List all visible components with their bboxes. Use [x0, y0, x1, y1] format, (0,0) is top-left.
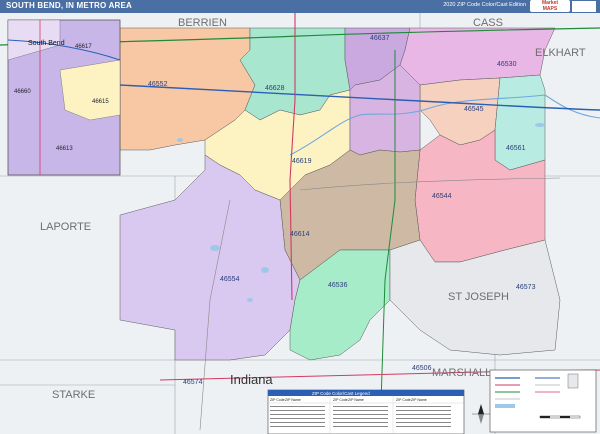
inset-map: South Bend 46617 46660 46615 46613 — [7, 19, 121, 176]
map-canvas: South Bend 46617 46660 46615 46613 BERRI… — [0, 13, 600, 434]
county-label-marshall: MARSHALL — [432, 367, 491, 379]
zip-areas — [119, 27, 561, 361]
legend-header-4: ZIP Name — [348, 398, 364, 402]
zip-label-46552: 46552 — [148, 81, 168, 88]
title-bar: SOUTH BEND, IN METRO AREA 2020 ZIP Code … — [0, 0, 600, 13]
county-label-st-joseph: ST JOSEPH — [448, 291, 509, 303]
brand-logo: Market MAPS — [530, 0, 570, 12]
scale-bar — [539, 415, 581, 419]
zip-label-46544: 46544 — [432, 193, 452, 200]
zip-label-46536: 46536 — [328, 282, 348, 289]
legend-header-6: ZIP Name — [411, 398, 427, 402]
legend-header-5: ZIP Code — [396, 398, 411, 402]
city-icon — [567, 373, 579, 389]
zip-label-46574: 46574 — [183, 379, 203, 386]
brand-text-2: MAPS — [542, 6, 558, 12]
legend-header-3: ZIP Code — [333, 398, 348, 402]
zip-label-46619: 46619 — [292, 158, 312, 165]
legend-table: ZIP Code Color/Cast Legend ZIP Code ZIP … — [267, 389, 465, 434]
inset-zip-2: 46660 — [14, 89, 31, 95]
edition-label: 2020 ZIP Code Color/Cast Edition — [443, 2, 526, 8]
county-label-laporte: LAPORTE — [40, 221, 91, 233]
inset-zip-4: 46613 — [56, 146, 73, 152]
county-label-cass: CASS — [473, 17, 503, 29]
zip-label-46506: 46506 — [412, 365, 432, 372]
zip-label-46530: 46530 — [497, 61, 517, 68]
map-key — [472, 369, 597, 433]
zip-label-46545: 46545 — [464, 106, 484, 113]
zip-label-46614: 46614 — [290, 231, 310, 238]
state-label: Indiana — [230, 372, 273, 387]
inset-zip-1: 46617 — [75, 44, 92, 50]
map-frame: SOUTH BEND, IN METRO AREA 2020 ZIP Code … — [0, 0, 600, 434]
zip-area-46561 — [494, 74, 546, 171]
legend-header-2: ZIP Name — [285, 398, 301, 402]
inset-city-label: South Bend — [28, 40, 65, 47]
county-label-starke: STARKE — [52, 389, 95, 401]
zip-label-46561: 46561 — [506, 145, 526, 152]
zip-label-46637: 46637 — [370, 35, 390, 42]
zip-label-46628: 46628 — [265, 85, 285, 92]
county-label-berrien: BERRIEN — [178, 17, 227, 29]
zip-label-46573: 46573 — [516, 284, 536, 291]
zip-label-46554: 46554 — [220, 276, 240, 283]
publisher-logo — [572, 1, 596, 12]
legend-header-1: ZIP Code — [270, 398, 285, 402]
legend-title: ZIP Code Color/Cast Legend — [312, 391, 370, 396]
map-title: SOUTH BEND, IN METRO AREA — [6, 1, 133, 10]
inset-zip-3: 46615 — [92, 99, 109, 105]
county-label-elkhart: ELKHART — [535, 47, 586, 59]
